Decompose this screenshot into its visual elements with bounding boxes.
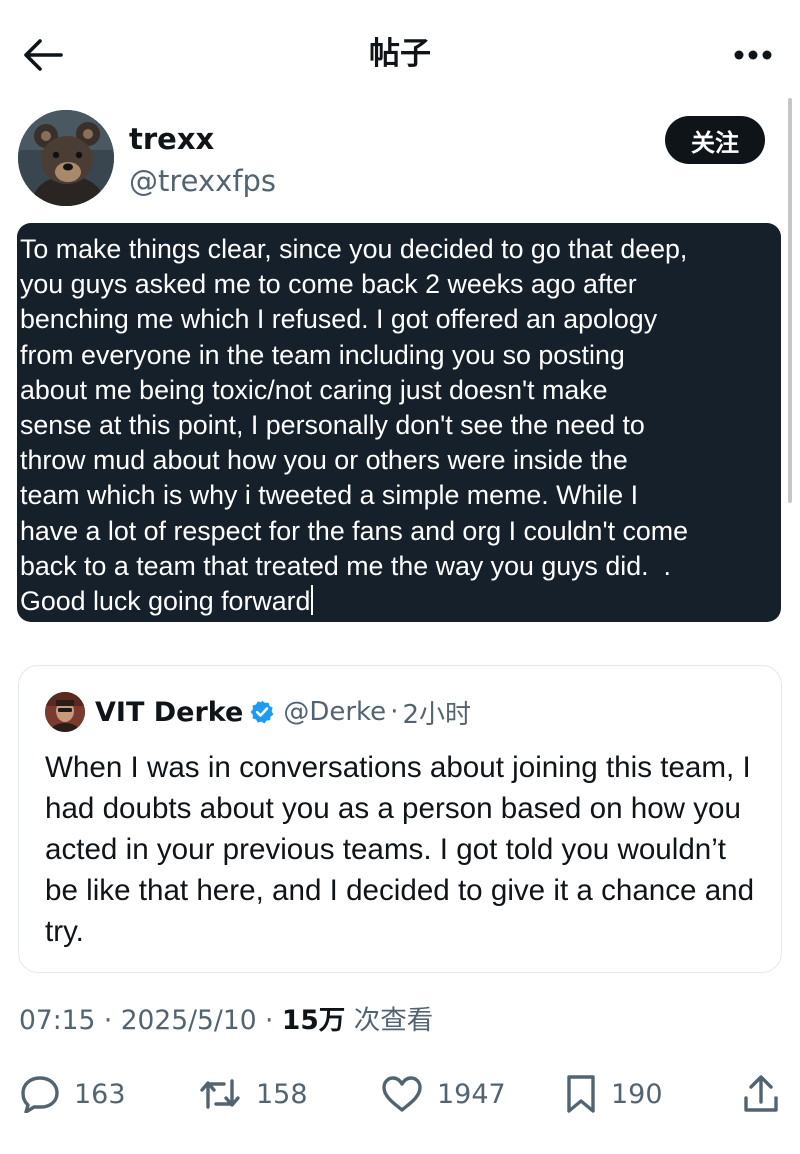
like-button[interactable]: 1947 [381,1064,506,1124]
tweet-text-line: team which is why i tweeted a simple mem… [20,480,639,511]
tweet-text-line: you guys asked me to come back 2 weeks a… [20,269,637,300]
tweet-author: trexx @trexxfps 关注 [18,110,778,210]
tweet-text-line: To make things clear, since you decided … [20,234,688,264]
quoted-handle: @Derke [283,697,387,727]
tweet-text-line: about me being toxic/not caring just doe… [20,374,608,405]
bear-avatar-icon [18,110,114,206]
repost-count: 158 [256,1078,308,1110]
person-avatar-icon [45,692,85,732]
meta-separator: · [265,1005,274,1036]
scrollbar[interactable] [788,98,792,503]
verified-badge [249,699,275,725]
meta-separator: · [103,1005,113,1036]
author-handle: @trexxfps [129,164,277,198]
quoted-tweet-header: VIT Derke @Derke · 2小时 [45,692,471,732]
reply-icon [21,1076,59,1113]
tweet-text-line: Good luck going forward [20,584,775,619]
tweet-text-line: have a lot of respect for the fans and o… [20,515,688,546]
top-bar: 帖子 [0,0,800,104]
quoted-avatar[interactable] [45,692,85,732]
follow-button[interactable]: 关注 [665,116,765,164]
tweet-text-line: benching me which I refused. I got offer… [20,304,658,335]
repost-button[interactable]: 158 [198,1064,308,1124]
quoted-tweet[interactable]: VIT Derke @Derke · 2小时 When I was in con… [18,665,782,973]
action-bar: 163 158 1947 190 [0,1064,800,1124]
reply-button[interactable]: 163 [20,1064,126,1124]
tweet-text-line: back to a team that treated me the way y… [20,550,671,581]
bookmark-count: 190 [611,1078,663,1110]
heart-icon [382,1076,422,1112]
tweet-date: 2025/5/10 [120,1005,257,1036]
tweet-text-line: sense at this point, I personally don't … [20,410,645,441]
tweet-text: To make things clear, since you decided … [20,232,775,619]
verified-badge-icon [250,700,274,724]
bookmark-icon [567,1075,595,1113]
more-horizontal-icon [734,50,772,60]
views-count: 15万 [281,1005,346,1036]
quoted-time: 2小时 [402,699,471,730]
views-label: 次查看 [353,1005,434,1036]
like-count: 1947 [437,1078,506,1110]
tweet-text-line: from everyone in the team including you … [20,339,625,370]
more-button[interactable] [728,30,778,80]
share-button[interactable] [740,1071,782,1117]
page-title: 帖子 [369,36,431,72]
repost-icon [200,1079,240,1109]
tweet-text-selection[interactable]: To make things clear, since you decided … [17,223,781,622]
reply-count: 163 [74,1078,126,1110]
quoted-tweet-text: When I was in conversations about joinin… [45,751,755,948]
tweet-meta: 07:15 · 2025/5/10 · 15万 次查看 [19,1001,433,1041]
author-display-name[interactable]: trexx [129,120,214,158]
tweet-time: 07:15 [19,1005,96,1036]
text-cursor [311,585,314,616]
quoted-separator: · [390,697,399,727]
share-icon [744,1075,778,1112]
tweet-text-line: throw mud about how you or others were i… [20,445,628,476]
quoted-display-name[interactable]: VIT Derke [95,697,243,728]
avatar[interactable] [18,110,114,206]
bookmark-button[interactable]: 190 [565,1064,663,1124]
